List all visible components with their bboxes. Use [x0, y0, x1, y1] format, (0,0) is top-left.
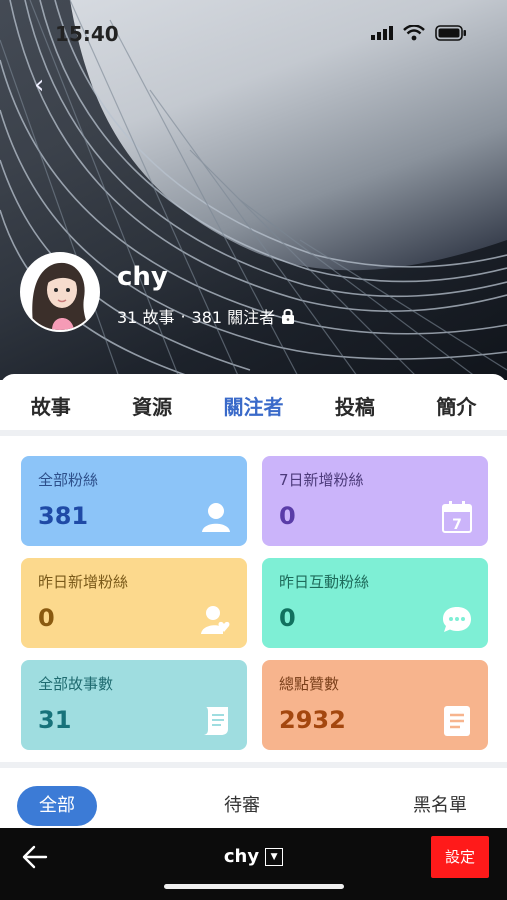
- tab-resources[interactable]: 資源: [101, 391, 202, 420]
- add-person-icon: [201, 606, 230, 634]
- calendar-icon: 7: [442, 501, 472, 533]
- story-count: 31 故事: [117, 308, 175, 327]
- divider: [0, 762, 507, 768]
- bottom-bar-title-text: chy: [223, 846, 260, 867]
- stat-card-all-followers[interactable]: 全部粉絲 381: [21, 456, 247, 546]
- stat-label: 全部故事數: [38, 675, 114, 693]
- stat-value: 381: [38, 502, 89, 530]
- document-icon: [444, 706, 470, 736]
- avatar-illustration: [22, 254, 98, 330]
- profile-tabs: 故事 資源 關注者 投稿 簡介: [0, 380, 507, 430]
- cellular-signal-icon: [371, 26, 393, 40]
- lock-icon: [282, 308, 295, 324]
- dropdown-icon: ▼: [265, 848, 284, 866]
- svg-text:7: 7: [452, 517, 462, 533]
- filter-pending-button[interactable]: 待審: [224, 786, 260, 826]
- tab-stories[interactable]: 故事: [0, 391, 101, 420]
- person-icon: [202, 503, 230, 532]
- filter-blacklist-button[interactable]: 黑名單: [413, 786, 467, 826]
- tab-followers[interactable]: 關注者: [203, 391, 304, 420]
- stat-value: 0: [38, 604, 55, 632]
- stat-value: 31: [38, 706, 72, 734]
- divider: [0, 430, 507, 436]
- home-indicator: [164, 884, 344, 889]
- battery-icon: [435, 25, 466, 41]
- stat-label: 7日新增粉絲: [279, 471, 364, 489]
- tab-submissions[interactable]: 投稿: [304, 391, 405, 420]
- wifi-icon: [403, 25, 425, 41]
- status-icons: [371, 25, 467, 41]
- stat-value: 0: [279, 604, 296, 632]
- stat-label: 昨日互動粉絲: [279, 573, 370, 591]
- stat-value: 0: [279, 502, 296, 530]
- stat-card-all-stories[interactable]: 全部故事數 31: [21, 660, 247, 750]
- profile-name: chy: [117, 262, 168, 292]
- stat-value: 2932: [279, 706, 346, 734]
- filter-all-button[interactable]: 全部: [17, 786, 97, 826]
- settings-button[interactable]: 設定: [431, 836, 489, 878]
- stat-label: 全部粉絲: [38, 471, 99, 489]
- tab-intro[interactable]: 簡介: [406, 391, 507, 420]
- stat-label: 昨日新增粉絲: [38, 573, 129, 591]
- stat-card-yesterday-interactive-followers[interactable]: 昨日互動粉絲 0: [262, 558, 488, 648]
- avatar[interactable]: [20, 252, 100, 332]
- stat-card-total-likes[interactable]: 總點贊數 2932: [262, 660, 488, 750]
- follower-count: 381 關注者: [191, 308, 276, 327]
- stat-card-yesterday-new-followers[interactable]: 昨日新增粉絲 0: [21, 558, 247, 648]
- status-bar: 15:40: [0, 22, 507, 48]
- scroll-icon: [204, 707, 228, 735]
- status-time: 15:40: [55, 22, 119, 46]
- chat-icon: [443, 607, 471, 632]
- stat-label: 總點贊數: [279, 675, 340, 693]
- profile-meta: 31 故事 · 381 關注者: [117, 304, 295, 328]
- stat-card-7day-new-followers[interactable]: 7日新增粉絲 0 7: [262, 456, 488, 546]
- bottom-bar: chy ▼ 設定: [0, 828, 507, 900]
- meta-separator: ·: [180, 306, 186, 326]
- back-chevron-icon[interactable]: ‹: [34, 70, 44, 100]
